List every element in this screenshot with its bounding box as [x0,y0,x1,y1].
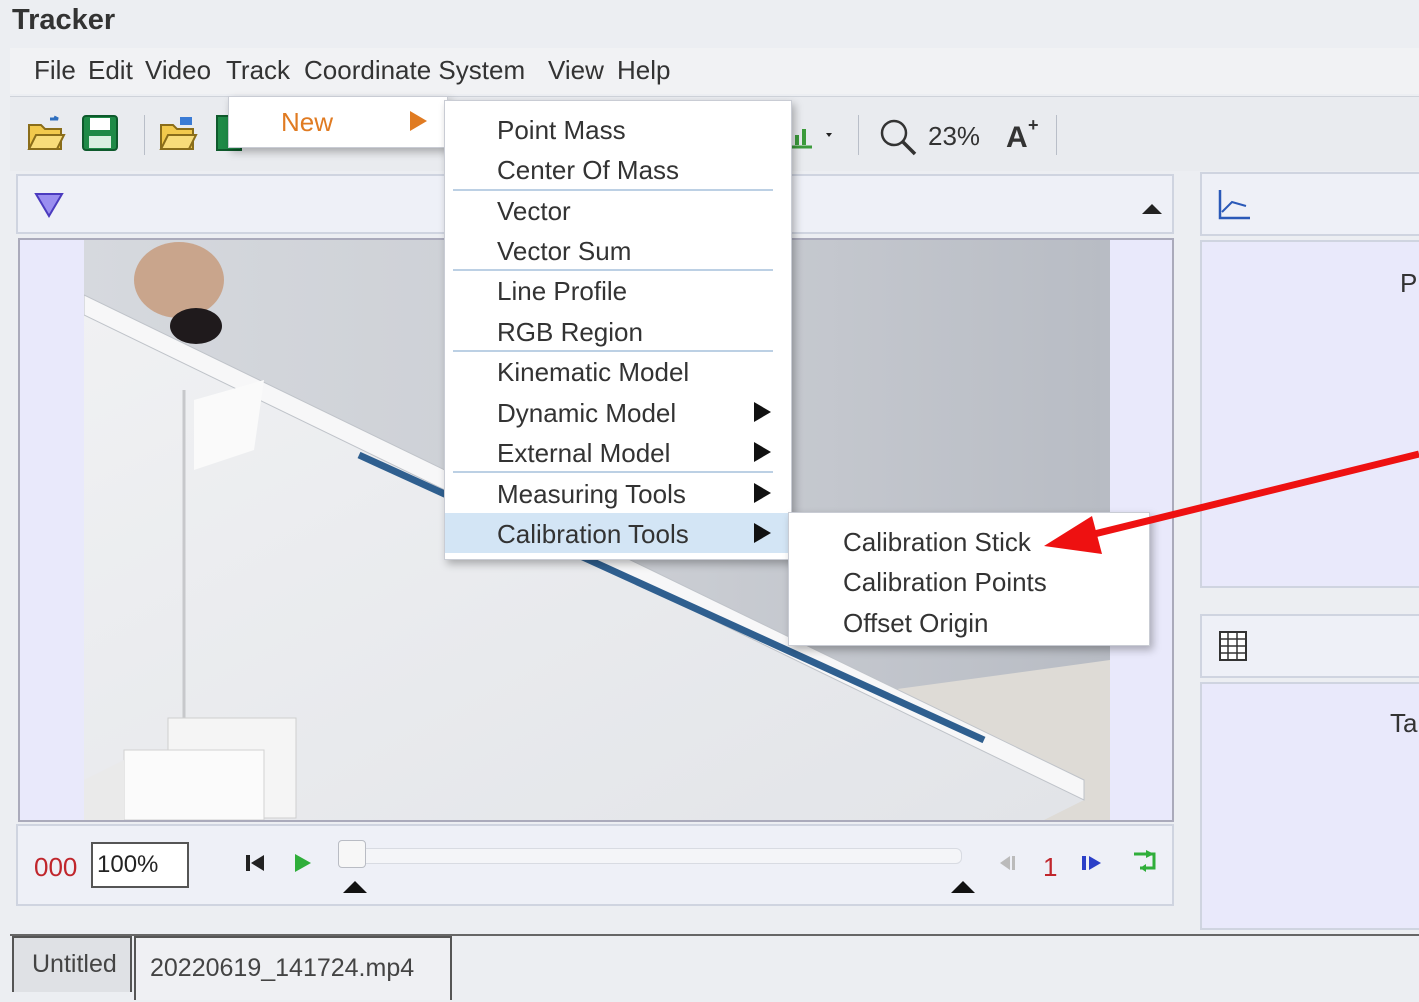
playback-rate-field[interactable]: 100% [91,842,189,888]
menu-item-vector-sum[interactable]: Vector Sum [445,230,791,270]
menu-help[interactable]: Help [617,55,670,86]
menu-video[interactable]: Video [145,55,211,86]
step-forward-icon[interactable] [1080,852,1104,874]
menu-item-point-mass[interactable]: Point Mass [445,109,791,149]
font-size-icon[interactable]: A + [1004,115,1044,151]
play-icon[interactable] [292,852,314,874]
start-marker-icon[interactable] [342,880,368,894]
menu-item-kinematic-model[interactable]: Kinematic Model [445,351,791,391]
plot-panel-text: P [1400,268,1418,298]
reset-icon[interactable] [244,852,266,874]
toolbar-separator [858,115,859,155]
zoom-icon[interactable] [878,117,922,157]
save-icon[interactable] [80,113,120,153]
step-size[interactable]: 1 [1043,852,1057,883]
toolbar-separator [144,115,145,155]
menu-item-new[interactable]: New [229,101,447,141]
plot-icon[interactable] [1216,188,1252,222]
step-back-icon[interactable] [998,852,1020,874]
menu-edit[interactable]: Edit [88,55,133,86]
loop-icon[interactable] [1132,848,1164,874]
menu-item-line-profile[interactable]: Line Profile [445,270,791,310]
menu-bar: File Edit Video Track Coordinate System … [10,48,1419,94]
plot-panel-header [1200,172,1419,236]
menu-item-external-model[interactable]: External Model [445,432,791,472]
table-icon[interactable] [1218,630,1250,664]
menu-item-rgb-region[interactable]: RGB Region [445,311,791,351]
svg-text:A: A [1006,121,1028,151]
table-panel-text: Ta [1390,708,1418,738]
frame-number: 000 [34,852,78,882]
end-marker-icon[interactable] [950,880,976,894]
submenu-arrow-icon [754,402,771,422]
table-panel[interactable]: Ta [1200,682,1419,930]
title-bar: Tracker [0,0,1419,44]
menu-file[interactable]: File [34,55,76,86]
table-panel-header [1200,614,1419,678]
new-track-submenu: Point Mass Center Of Mass Vector Vector … [444,100,792,560]
frame-slider-track[interactable] [340,848,962,864]
chart-dropdown-icon[interactable] [786,117,846,153]
svg-text:+: + [1028,115,1039,135]
menu-item-vector[interactable]: Vector [445,190,791,230]
submenu-arrow-icon [754,523,771,543]
toolbar-separator [1056,115,1057,155]
track-menu: New [228,96,448,148]
submenu-arrow-icon [754,483,771,503]
annotation-arrow-icon [1044,450,1419,554]
menu-item-measuring-tools[interactable]: Measuring Tools [445,473,791,513]
open-video-icon[interactable] [158,115,198,153]
zoom-level[interactable]: 23% [928,121,980,152]
tab-video-file[interactable]: 20220619_141724.mp4 [134,936,452,1000]
menu-item-offset-origin[interactable]: Offset Origin [789,602,1149,642]
frame-slider-thumb[interactable] [338,840,366,868]
menu-coordinate-system[interactable]: Coordinate System [304,55,525,86]
track-dropdown-icon[interactable] [34,192,64,218]
submenu-arrow-icon [754,442,771,462]
collapse-icon[interactable] [1140,202,1164,216]
window-title: Tracker [12,4,116,36]
menu-view[interactable]: View [548,55,604,86]
menu-item-dynamic-model[interactable]: Dynamic Model [445,392,791,432]
menu-track[interactable]: Track [226,55,290,86]
tab-untitled[interactable]: Untitled [12,936,132,992]
open-folder-icon[interactable] [26,115,66,153]
menu-item-center-of-mass[interactable]: Center Of Mass [445,149,791,189]
menu-item-calibration-tools[interactable]: Calibration Tools [445,513,791,553]
